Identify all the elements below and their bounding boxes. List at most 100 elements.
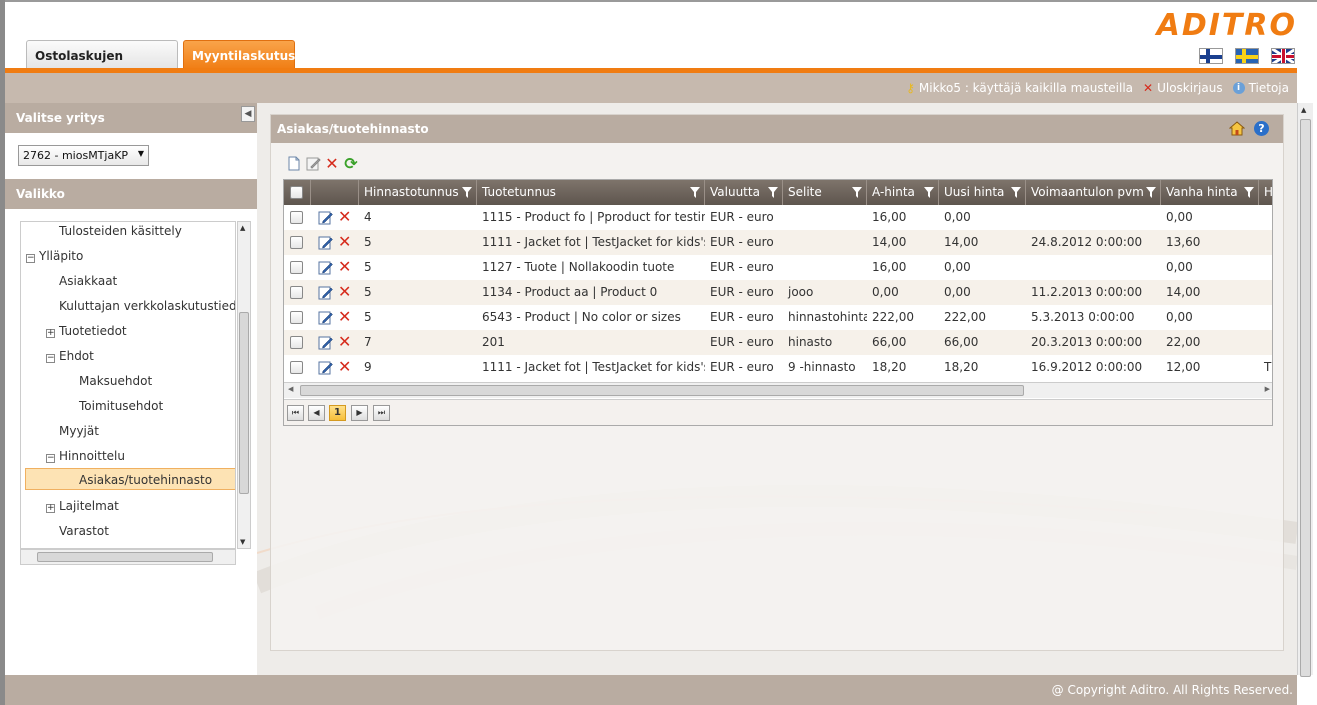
tab-ostolaskujen-kasittely[interactable]: Ostolaskujen käsittely [26, 40, 178, 93]
row-checkbox[interactable] [290, 361, 303, 374]
table-row[interactable]: ✕ 5 6543 - Product | No color or sizes E… [284, 305, 1272, 330]
refresh-icon[interactable]: ⟳ [343, 154, 359, 173]
scroll-down-icon[interactable]: ▼ [240, 538, 245, 546]
column-header-a-hinta[interactable]: A-hinta [867, 180, 939, 205]
table-row[interactable]: ✕ 9 1111 - Jacket fot | TestJacket for k… [284, 355, 1272, 380]
expand-icon[interactable]: + [46, 329, 55, 338]
edit-icon[interactable] [318, 285, 333, 300]
delete-icon[interactable]: ✕ [338, 209, 352, 225]
filter-icon[interactable] [924, 187, 934, 198]
column-header-hinnastotunnus[interactable]: Hinnastotunnus [359, 180, 477, 205]
column-header-label: Uusi hinta [944, 185, 1005, 199]
info-link[interactable]: i Tietoja [1232, 81, 1289, 95]
scroll-thumb[interactable] [1300, 119, 1311, 677]
edit-document-icon[interactable] [305, 155, 321, 171]
tree-item-varastot[interactable]: Varastot [59, 520, 109, 542]
menu-horizontal-scrollbar[interactable] [20, 549, 236, 565]
table-row[interactable]: ✕ 7 201 EUR - euro hinasto 66,00 66,00 2… [284, 330, 1272, 355]
tree-item-myyjat[interactable]: Myyjät [59, 420, 99, 442]
tree-item-tulosteiden-kasittely[interactable]: Tulosteiden käsittely [59, 222, 182, 242]
filter-icon[interactable] [852, 187, 862, 198]
home-icon[interactable] [1229, 121, 1245, 136]
table-row[interactable]: ✕ 5 1111 - Jacket fot | TestJacket for k… [284, 230, 1272, 255]
tree-item-label: Ehdot [59, 349, 94, 363]
table-row[interactable]: ✕ 5 1134 - Product aa | Product 0 EUR - … [284, 280, 1272, 305]
page-vertical-scrollbar[interactable]: ▲ [1297, 103, 1313, 677]
scroll-thumb[interactable] [300, 385, 1024, 396]
tree-item-asiakkaat[interactable]: Asiakkaat [59, 270, 117, 292]
uk-flag-icon[interactable] [1271, 48, 1295, 64]
cell-tuotetunnus: 1111 - Jacket fot | TestJacket for kids'… [482, 360, 705, 374]
column-header-vanha-hinta[interactable]: Vanha hinta [1161, 180, 1259, 205]
scroll-thumb[interactable] [37, 552, 213, 562]
filter-icon[interactable] [768, 187, 778, 198]
edit-icon[interactable] [318, 260, 333, 275]
column-header-valuutta[interactable]: Valuutta [705, 180, 783, 205]
select-all-checkbox[interactable] [290, 186, 303, 199]
table-row[interactable]: ✕ 4 1115 - Product fo | Pproduct for tes… [284, 205, 1272, 230]
edit-icon[interactable] [318, 235, 333, 250]
first-page-button[interactable]: ⏮ [287, 405, 304, 421]
next-page-button[interactable]: ▶ [351, 405, 368, 421]
filter-icon[interactable] [462, 187, 472, 198]
help-icon[interactable]: ? [1254, 121, 1269, 136]
tree-item-maksuehdot[interactable]: Maksuehdot [79, 370, 152, 392]
delete-icon[interactable]: ✕ [338, 284, 352, 300]
current-page-button[interactable]: 1 [329, 405, 346, 421]
delete-icon[interactable]: ✕ [338, 234, 352, 250]
column-header-tuotetunnus[interactable]: Tuotetunnus [477, 180, 705, 205]
collapse-icon[interactable]: − [46, 354, 55, 363]
scroll-up-icon[interactable]: ▲ [240, 224, 245, 232]
row-checkbox[interactable] [290, 311, 303, 324]
row-checkbox[interactable] [290, 261, 303, 274]
grid-horizontal-scrollbar[interactable]: ◀ ▶ [284, 382, 1272, 398]
expand-icon[interactable]: + [46, 504, 55, 513]
last-page-button[interactable]: ⏭ [373, 405, 390, 421]
tree-item-hinnoittelu[interactable]: − Hinnoittelu [46, 445, 125, 467]
delete-icon[interactable]: ✕ [338, 334, 352, 350]
edit-icon[interactable] [318, 360, 333, 375]
delete-icon[interactable]: ✕ [338, 259, 352, 275]
edit-icon[interactable] [318, 310, 333, 325]
filter-icon[interactable] [1011, 187, 1021, 198]
collapse-icon[interactable]: − [46, 454, 55, 463]
tree-item-toimitusehdot[interactable]: Toimitusehdot [79, 395, 163, 417]
tree-item-ehdot[interactable]: − Ehdot [46, 345, 94, 367]
row-checkbox[interactable] [290, 236, 303, 249]
filter-icon[interactable] [1146, 187, 1156, 198]
scroll-right-icon[interactable]: ▶ [1265, 385, 1270, 393]
edit-icon[interactable] [318, 210, 333, 225]
filter-icon[interactable] [690, 187, 700, 198]
edit-icon[interactable] [318, 335, 333, 350]
swedish-flag-icon[interactable] [1235, 48, 1259, 64]
scroll-up-icon[interactable]: ▲ [1301, 106, 1306, 114]
tree-item-tuotetiedot[interactable]: + Tuotetiedot [46, 320, 127, 342]
column-header-selite[interactable]: Selite [783, 180, 867, 205]
tree-item-kuluttajan-verkkolaskutustiedot[interactable]: Kuluttajan verkkolaskutustiedot [59, 295, 235, 317]
collapse-panel-button[interactable]: ◀ [241, 106, 255, 122]
prev-page-button[interactable]: ◀ [308, 405, 325, 421]
table-row[interactable]: ✕ 5 1127 - Tuote | Nollakoodin tuote EUR… [284, 255, 1272, 280]
collapse-icon[interactable]: − [26, 254, 35, 263]
column-header-h[interactable]: H [1259, 180, 1272, 205]
logout-link[interactable]: ✕ Uloskirjaus [1143, 81, 1223, 95]
column-header-voimaantulon-pvm[interactable]: Voimaantulon pvm [1026, 180, 1161, 205]
scroll-left-icon[interactable]: ◀ [288, 385, 293, 393]
menu-vertical-scrollbar[interactable]: ▲ ▼ [237, 221, 251, 549]
row-checkbox[interactable] [290, 211, 303, 224]
company-select[interactable]: 2762 - miosMTjaKP ▼ [18, 145, 149, 166]
row-checkbox[interactable] [290, 286, 303, 299]
tab-myyntilaskutus[interactable]: Myyntilaskutus [183, 40, 295, 70]
column-header-uusi-hinta[interactable]: Uusi hinta [939, 180, 1026, 205]
tree-item-yllapito[interactable]: − Ylläpito [26, 245, 83, 267]
new-document-icon[interactable] [286, 155, 302, 171]
finnish-flag-icon[interactable] [1199, 48, 1223, 64]
tree-item-lajitelmat[interactable]: + Lajitelmat [46, 495, 119, 517]
delete-icon[interactable]: ✕ [338, 359, 352, 375]
filter-icon[interactable] [1244, 187, 1254, 198]
delete-icon[interactable]: ✕ [338, 309, 352, 325]
delete-icon[interactable]: ✕ [324, 154, 340, 173]
tree-item-asiakas-tuotehinnasto[interactable]: Asiakas/tuotehinnasto [25, 468, 235, 490]
scroll-thumb[interactable] [239, 312, 249, 494]
row-checkbox[interactable] [290, 336, 303, 349]
